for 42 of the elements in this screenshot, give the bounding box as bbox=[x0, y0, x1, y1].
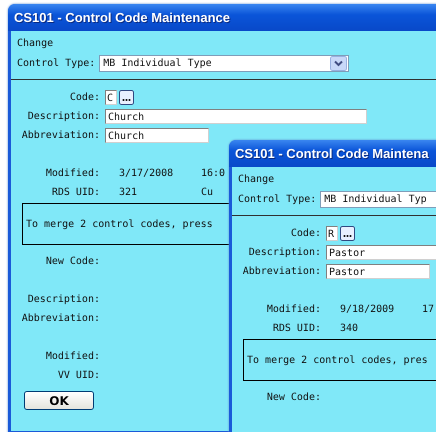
info-value: Cu bbox=[201, 187, 214, 198]
field-label: New Code: bbox=[266, 392, 321, 403]
info-label: RDS UID: bbox=[272, 323, 321, 334]
info-label: Modified: bbox=[266, 304, 321, 315]
field-label: Abbreviation: bbox=[20, 130, 100, 141]
field-label: Modified: bbox=[44, 351, 100, 362]
field-label: Description: bbox=[248, 247, 321, 258]
mode-label: Change bbox=[238, 174, 274, 185]
ellipsis-button-icon[interactable] bbox=[340, 226, 355, 241]
info-value: 340 bbox=[340, 323, 360, 334]
field-label: Control Type: bbox=[17, 58, 96, 68]
field-label: Control Type: bbox=[238, 194, 316, 204]
info-label: RDS UID: bbox=[50, 187, 100, 198]
info-value: 17 bbox=[422, 304, 434, 315]
text-field[interactable]: Pastor bbox=[326, 264, 430, 279]
merge-instructions: To merge 2 control codes, pres bbox=[247, 354, 428, 366]
code-field[interactable]: R bbox=[326, 226, 338, 241]
control-type-dropdown[interactable]: MB Individual Typ bbox=[320, 190, 436, 208]
control-type-dropdown[interactable]: MB Individual Type bbox=[99, 54, 350, 72]
merge-instructions: To merge 2 control codes, press bbox=[26, 218, 213, 230]
info-value: 9/18/2009 bbox=[340, 304, 396, 315]
field-label: Description: bbox=[26, 294, 100, 305]
field-label: VV UID: bbox=[56, 370, 100, 381]
field-label: Abbreviation: bbox=[242, 266, 321, 277]
text-field[interactable]: Church bbox=[105, 128, 209, 143]
info-value: 16:0 bbox=[201, 168, 226, 179]
window-title: CS101 - Control Code Maintena bbox=[235, 146, 429, 161]
ellipsis-button-icon[interactable] bbox=[119, 90, 134, 105]
mode-label: Change bbox=[17, 38, 54, 49]
field-label: Code: bbox=[290, 228, 321, 239]
window-title: CS101 - Control Code Maintenance bbox=[14, 10, 230, 25]
ok-button[interactable]: OK bbox=[24, 391, 94, 410]
info-value: 321 bbox=[119, 187, 138, 198]
field-label: Abbreviation: bbox=[20, 313, 100, 324]
field-label: Code: bbox=[68, 92, 100, 103]
text-field[interactable]: Pastor bbox=[326, 245, 436, 260]
info-value: 3/17/2008 bbox=[119, 168, 174, 179]
field-label: New Code: bbox=[44, 256, 100, 267]
code-field[interactable]: C bbox=[105, 90, 117, 105]
info-label: Modified: bbox=[44, 168, 100, 179]
field-label: Description: bbox=[26, 111, 100, 122]
text-field[interactable]: Church bbox=[105, 109, 367, 124]
